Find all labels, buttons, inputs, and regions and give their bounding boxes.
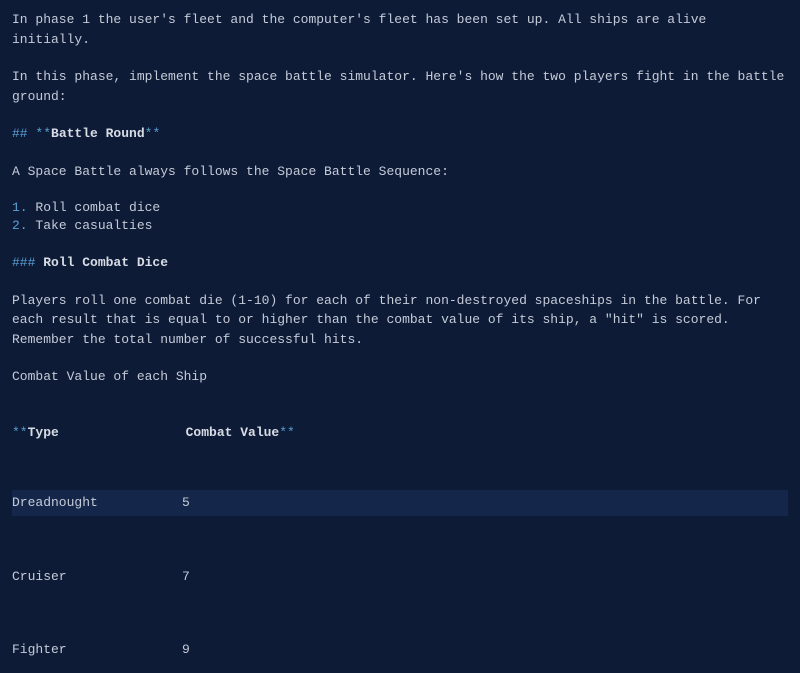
intro-paragraph-2: In this phase, implement the space battl… xyxy=(12,67,788,106)
cell-type: Fighter xyxy=(12,640,182,660)
heading-marker-open: ## ** xyxy=(12,126,51,141)
list-text: Take casualties xyxy=(28,218,153,233)
subheading-marker: ### xyxy=(12,255,43,270)
cell-value: 9 xyxy=(182,640,190,660)
sequence-intro: A Space Battle always follows the Space … xyxy=(12,162,788,182)
table-header: **TypeCombat Value** xyxy=(12,423,788,443)
table-row: Cruiser7 xyxy=(12,564,788,590)
list-number: 1. xyxy=(12,200,28,215)
heading-text: Battle Round xyxy=(51,126,145,141)
table-row: Fighter9 xyxy=(12,637,788,663)
subheading-text: Roll Combat Dice xyxy=(43,255,168,270)
roll-description: Players roll one combat die (1-10) for e… xyxy=(12,291,788,350)
header-marker-open: ** xyxy=(12,425,28,440)
steps-list: 1. Roll combat dice 2. Take casualties xyxy=(12,199,788,235)
list-number: 2. xyxy=(12,218,28,233)
heading-roll-combat-dice: ### Roll Combat Dice xyxy=(12,253,788,273)
cell-value: 5 xyxy=(182,493,190,513)
cell-type: Dreadnought xyxy=(12,493,182,513)
table-row: Dreadnought5 xyxy=(12,490,788,516)
header-col-value: Combat Value xyxy=(186,425,280,440)
heading-marker-close: ** xyxy=(145,126,161,141)
list-item: 1. Roll combat dice xyxy=(12,199,788,217)
combat-value-label: Combat Value of each Ship xyxy=(12,367,788,387)
header-col-type: Type xyxy=(28,423,186,443)
intro-paragraph-1: In phase 1 the user's fleet and the comp… xyxy=(12,10,788,49)
cell-value: 7 xyxy=(182,567,190,587)
list-item: 2. Take casualties xyxy=(12,217,788,235)
cell-type: Cruiser xyxy=(12,567,182,587)
heading-battle-round: ## **Battle Round** xyxy=(12,124,788,144)
list-text: Roll combat dice xyxy=(28,200,161,215)
header-marker-close: ** xyxy=(279,425,295,440)
combat-value-table: **TypeCombat Value** Dreadnought5 Cruise… xyxy=(12,423,788,663)
